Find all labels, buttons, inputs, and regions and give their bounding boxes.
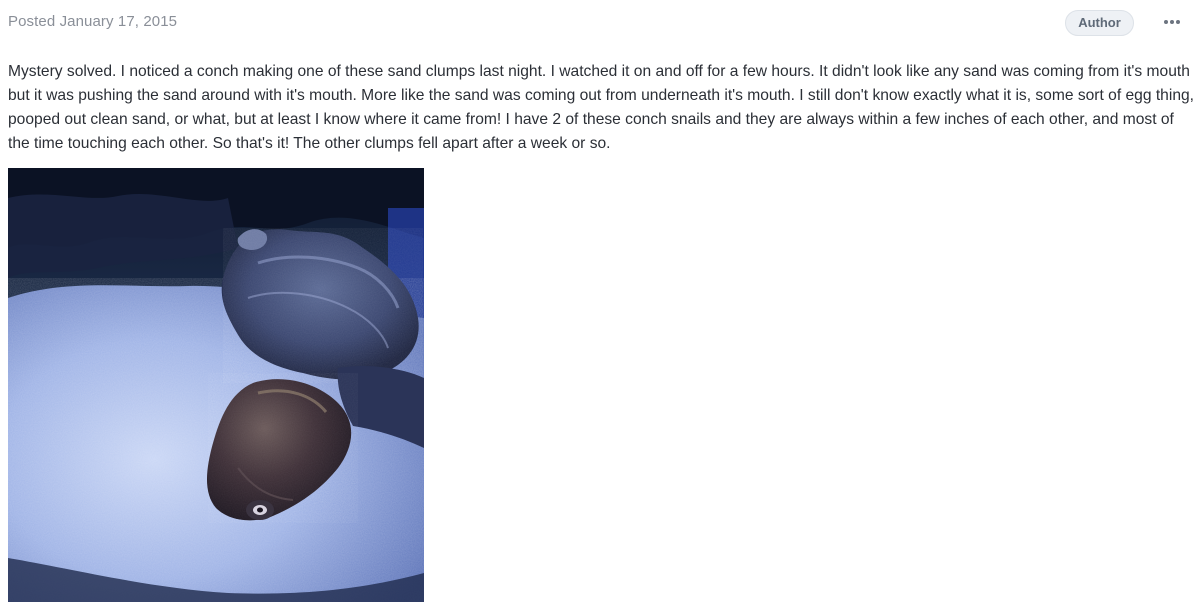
author-badge: Author	[1065, 10, 1134, 36]
ellipsis-dot	[1170, 20, 1174, 24]
ellipsis-dot	[1176, 20, 1180, 24]
ellipsis-dot	[1164, 20, 1168, 24]
posted-date[interactable]: Posted January 17, 2015	[8, 13, 177, 30]
post-body-text: Mystery solved. I noticed a conch making…	[8, 63, 1194, 152]
conch-photo[interactable]	[8, 168, 424, 602]
post-header: Posted January 17, 2015 Author	[0, 0, 1200, 46]
forum-post: Posted January 17, 2015 Author Mystery s…	[0, 0, 1200, 615]
ellipsis-icon[interactable]	[1160, 12, 1184, 32]
